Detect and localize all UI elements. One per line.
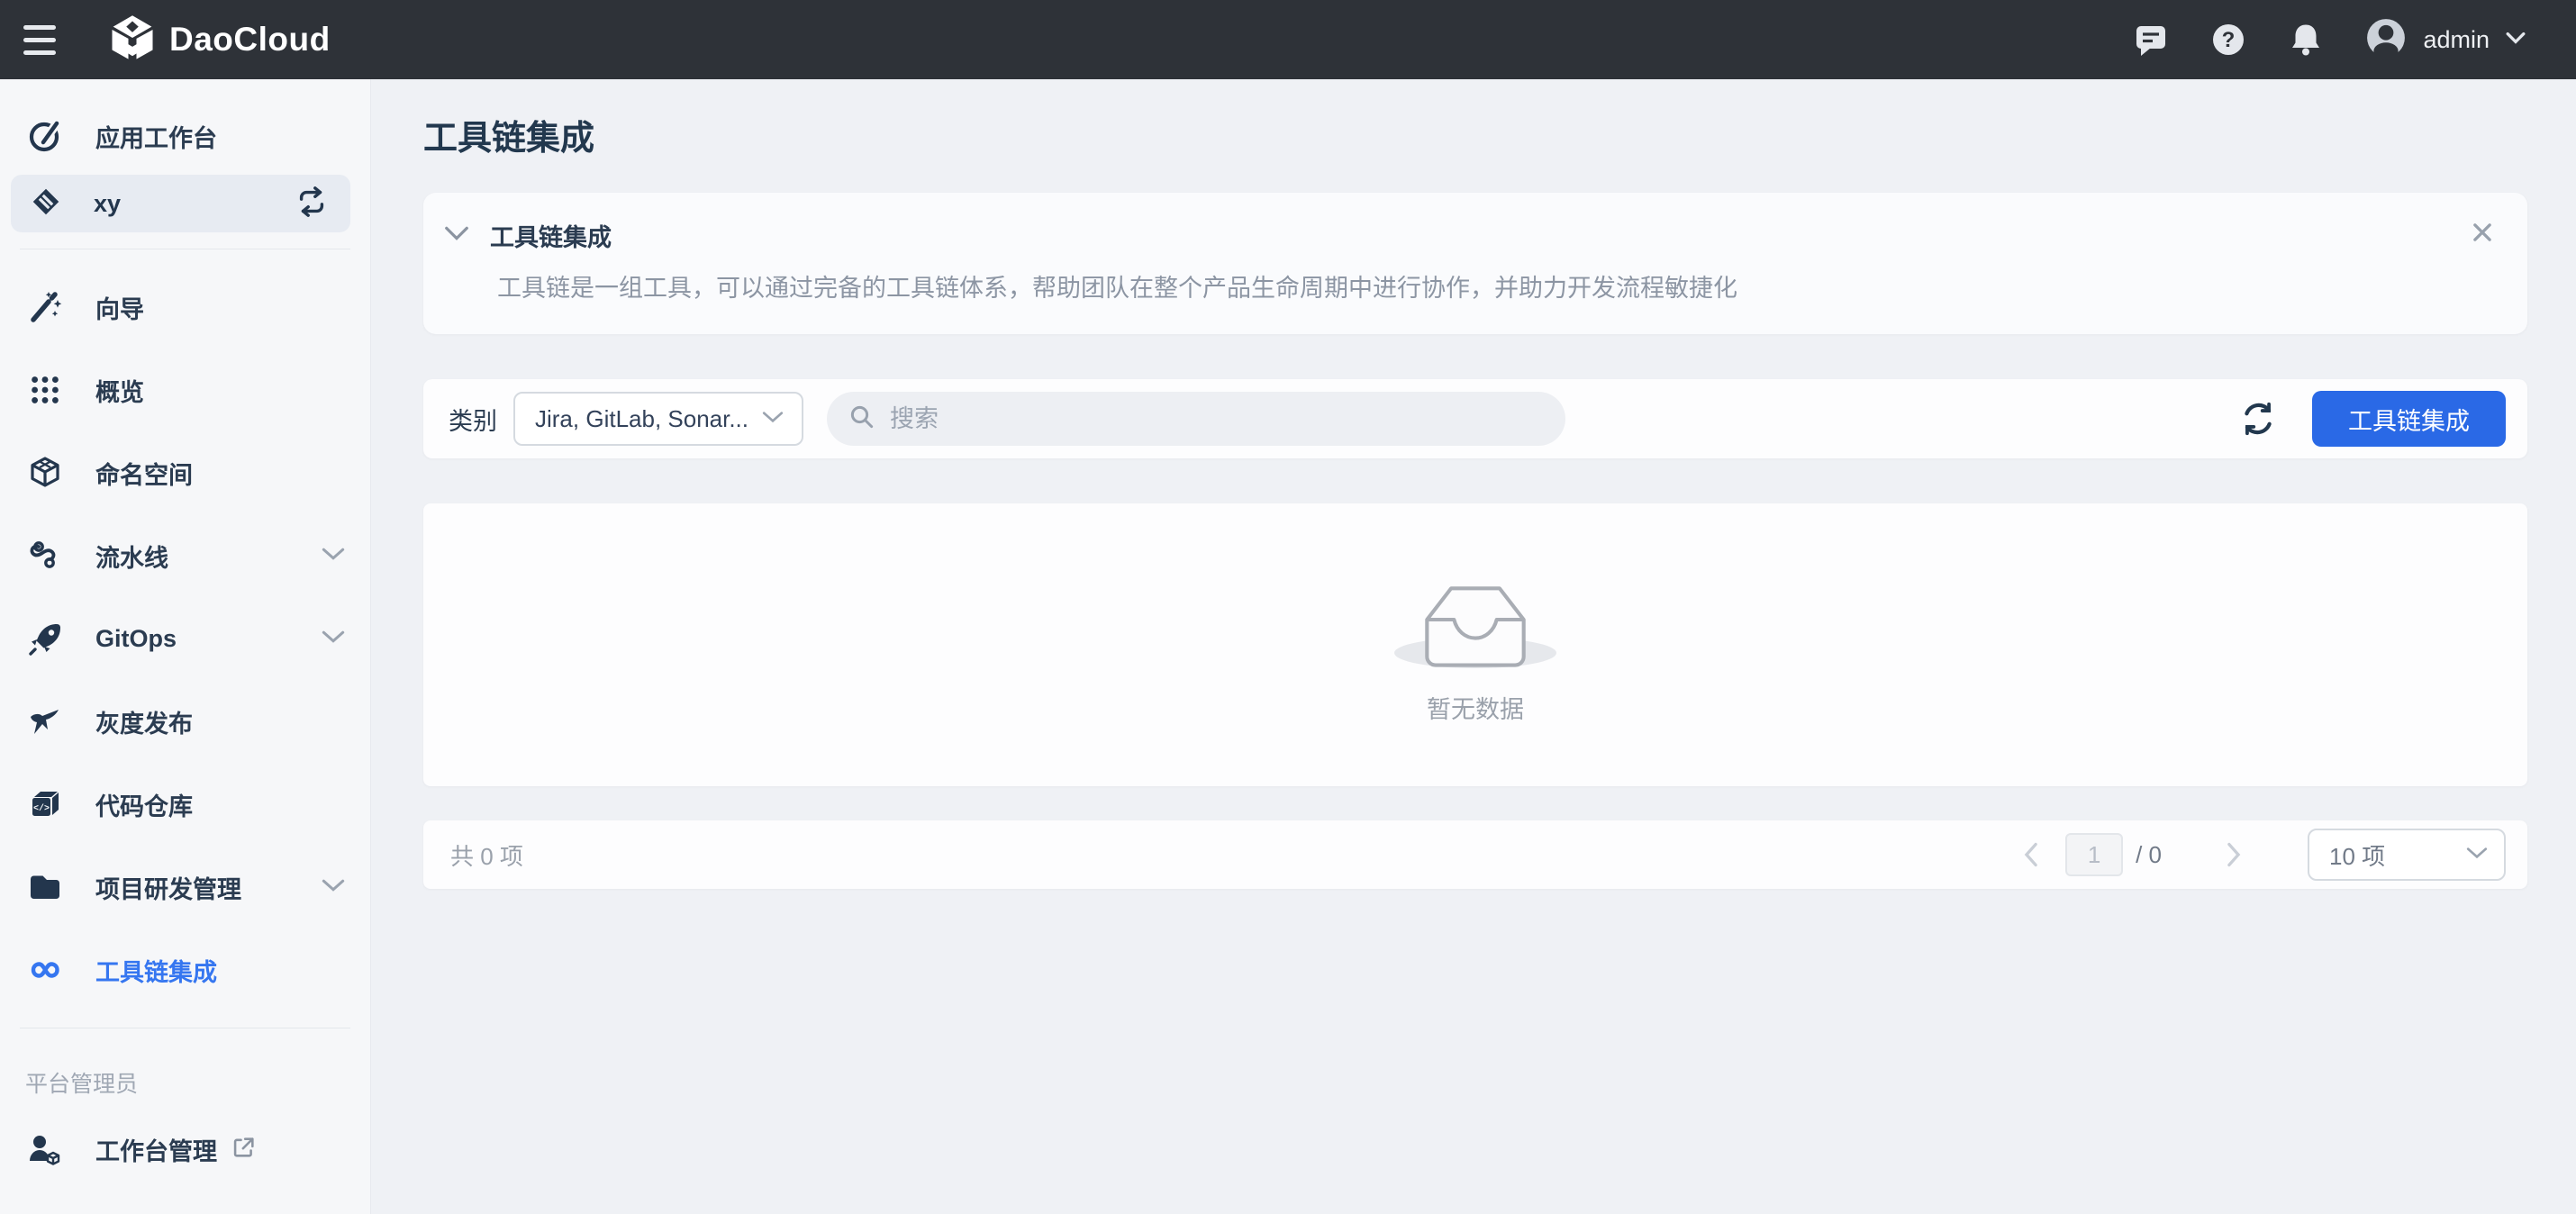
- external-link-icon: [231, 1135, 257, 1164]
- total-items-text: 共 0 项: [450, 838, 523, 872]
- sidebar-item-label: 命名空间: [95, 456, 193, 491]
- brand-name: DaoCloud: [169, 21, 331, 59]
- sidebar-item-workbench-admin[interactable]: 工作台管理: [0, 1108, 370, 1191]
- banner-title: 工具链集成: [490, 218, 612, 253]
- filter-bar: 类别 Jira, GitLab, Sonar...: [423, 379, 2527, 458]
- workspace-name: xy: [94, 190, 121, 218]
- page-number-input[interactable]: [2065, 833, 2123, 876]
- banner-description: 工具链是一组工具，可以通过完备的工具链体系，帮助团队在整个产品生命周期中进行协作…: [497, 273, 2446, 304]
- daocloud-logo-icon: [108, 14, 157, 67]
- grid-icon: [27, 372, 63, 408]
- rocket-icon: [27, 621, 63, 657]
- sidebar-item-label: 工作台管理: [95, 1132, 217, 1167]
- search-icon: [848, 403, 875, 435]
- brand[interactable]: DaoCloud: [108, 14, 331, 67]
- sidebar-item-toolchain[interactable]: 工具链集成: [0, 929, 370, 1011]
- main-content: 工具链集成 工具链集成 工具链是一组工具，可以通过完备的工具链体系，帮助团队在整…: [371, 79, 2576, 1214]
- help-icon[interactable]: ?: [2210, 22, 2246, 58]
- user-menu[interactable]: admin: [2365, 17, 2526, 63]
- code-repo-icon: </>: [27, 786, 63, 822]
- chevron-down-icon: [762, 410, 784, 429]
- collapse-chevron-icon[interactable]: [443, 224, 470, 247]
- sidebar-item-label: 工具链集成: [95, 953, 217, 988]
- sidebar-item-namespace[interactable]: 命名空间: [0, 431, 370, 514]
- wand-icon: [27, 289, 63, 325]
- search-input[interactable]: [890, 405, 1544, 433]
- close-icon[interactable]: [2466, 216, 2499, 249]
- sidebar-item-label: 应用工作台: [95, 119, 217, 154]
- sidebar-item-label: 项目研发管理: [95, 870, 241, 905]
- chat-icon[interactable]: [2133, 22, 2169, 58]
- sidebar-item-label: 代码仓库: [95, 787, 193, 822]
- page-title: 工具链集成: [423, 119, 2527, 159]
- refresh-icon[interactable]: [2236, 397, 2280, 440]
- category-select[interactable]: Jira, GitLab, Sonar...: [513, 392, 803, 446]
- category-select-value: Jira, GitLab, Sonar...: [535, 405, 748, 433]
- user-chevron-down-icon: [2506, 31, 2526, 50]
- sidebar: 应用工作台 xy: [0, 79, 371, 1214]
- empty-state-text: 暂无数据: [1427, 690, 1524, 725]
- previous-page-icon[interactable]: [2013, 837, 2049, 873]
- sidebar-section-label: 平台管理员: [0, 1045, 370, 1108]
- sidebar-item-code-repo[interactable]: </> 代码仓库: [0, 763, 370, 846]
- chevron-down-icon[interactable]: [322, 546, 345, 566]
- empty-box-icon: [1403, 566, 1547, 674]
- page-size-select[interactable]: 10 项: [2308, 829, 2506, 881]
- sidebar-item-label: 向导: [95, 290, 144, 325]
- svg-text:?: ?: [2222, 28, 2236, 52]
- avatar: [2365, 17, 2407, 63]
- workspace-gem-icon: [29, 185, 63, 223]
- search-box[interactable]: [827, 392, 1565, 446]
- sidebar-item-app-workbench[interactable]: 应用工作台: [0, 104, 370, 168]
- chevron-down-icon[interactable]: [322, 629, 345, 649]
- sidebar-item-label: 灰度发布: [95, 704, 193, 739]
- page-size-value: 10 项: [2329, 838, 2385, 872]
- sidebar-item-label: GitOps: [95, 625, 177, 653]
- toolchain-integration-button[interactable]: 工具链集成: [2312, 391, 2506, 447]
- page-total-text: / 0: [2136, 841, 2162, 869]
- user-cube-icon: [27, 1131, 63, 1167]
- sidebar-item-overview[interactable]: 概览: [0, 349, 370, 431]
- next-page-icon[interactable]: [2216, 837, 2252, 873]
- workspace-switcher[interactable]: xy: [11, 175, 350, 232]
- switch-workspace-icon[interactable]: [295, 185, 329, 223]
- sidebar-item-label: 流水线: [95, 539, 168, 574]
- sidebar-item-gray-release[interactable]: 灰度发布: [0, 680, 370, 763]
- chevron-down-icon[interactable]: [322, 877, 345, 898]
- cube-icon: [27, 455, 63, 491]
- sidebar-item-wizard[interactable]: 向导: [0, 266, 370, 349]
- empty-state: 暂无数据: [423, 503, 2527, 786]
- topbar: DaoCloud ?: [0, 0, 2576, 79]
- sidebar-item-project-management[interactable]: 项目研发管理: [0, 846, 370, 929]
- pagination-bar: 共 0 项 / 0 10 项: [423, 820, 2527, 889]
- sidebar-item-gitops[interactable]: GitOps: [0, 597, 370, 680]
- pipeline-icon: [27, 538, 63, 574]
- folder-icon: [27, 869, 63, 905]
- svg-text:</>: </>: [33, 803, 50, 814]
- chevron-down-icon: [2466, 846, 2488, 865]
- bird-icon: [27, 703, 63, 739]
- notification-bell-icon[interactable]: [2288, 22, 2324, 58]
- infinity-icon: [27, 952, 63, 988]
- sidebar-item-pipeline[interactable]: 流水线: [0, 514, 370, 597]
- username: admin: [2423, 26, 2490, 54]
- compose-icon: [27, 118, 63, 154]
- info-banner: 工具链集成 工具链是一组工具，可以通过完备的工具链体系，帮助团队在整个产品生命周…: [423, 193, 2527, 334]
- category-label: 类别: [449, 402, 497, 437]
- hamburger-menu-icon[interactable]: [23, 22, 63, 58]
- sidebar-item-label: 概览: [95, 373, 144, 408]
